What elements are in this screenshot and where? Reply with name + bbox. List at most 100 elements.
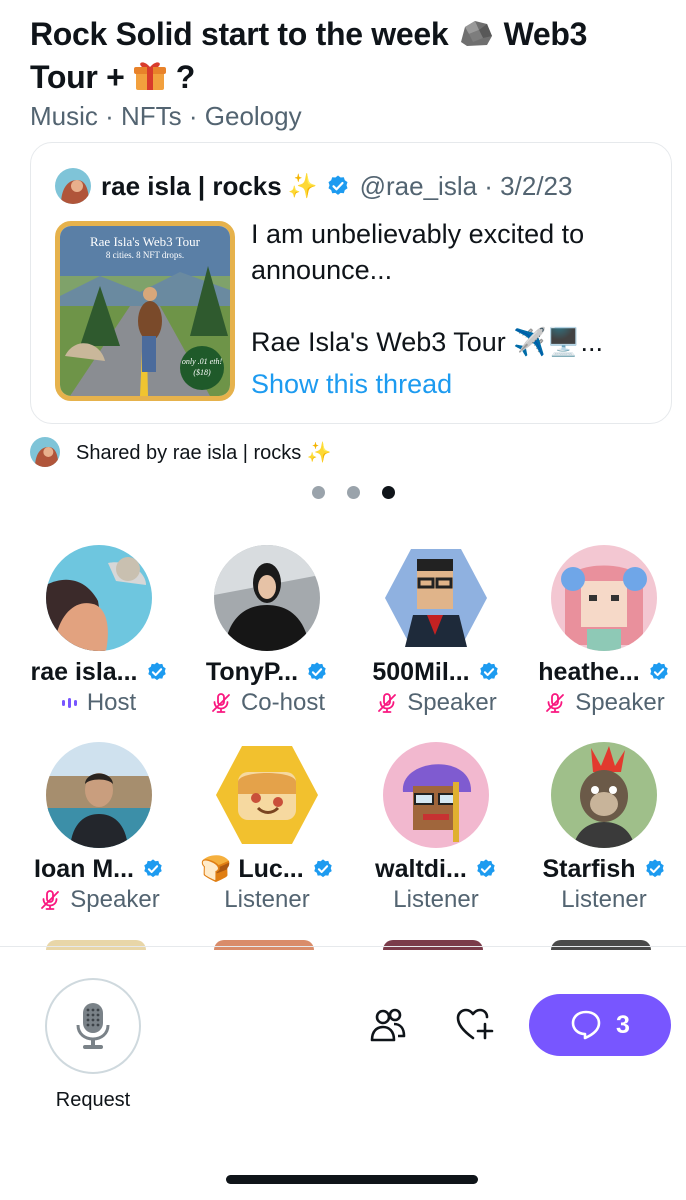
chat-button[interactable]: 3 [529, 994, 671, 1056]
participant-name: Starfish [542, 854, 636, 883]
tweet-handle-date: @rae_isla · 3/2/23 [359, 170, 573, 201]
chat-count: 3 [616, 1010, 630, 1039]
participant-avatar[interactable] [46, 545, 152, 651]
page-dot-active[interactable] [382, 486, 395, 499]
participant-name: 🍞 Luc... [200, 854, 304, 883]
participant-avatar[interactable] [551, 742, 657, 848]
rock-icon [457, 17, 495, 57]
verified-badge-icon [477, 859, 495, 878]
sparkles-icon: ✨ [287, 172, 318, 200]
home-indicator[interactable] [226, 1175, 478, 1184]
heart-plus-icon [456, 1008, 494, 1040]
verified-badge-icon [147, 662, 166, 681]
verified-badge-icon [479, 662, 498, 681]
tweet-text-line2: Rae Isla's Web3 Tour ✈️🖥️... [251, 327, 604, 357]
thumbnail-price-badge: only .01 eth! ($18) [180, 346, 224, 390]
participant-avatar[interactable] [46, 742, 152, 848]
participant-role-row: Speaker [520, 686, 686, 720]
participant-role-row: Listener [183, 883, 351, 917]
participant-card[interactable]: Starfish Listener [520, 742, 686, 922]
participant-role: Co-host [240, 689, 326, 716]
page-dot[interactable] [312, 486, 325, 499]
participant-role-row: Speaker [15, 883, 183, 917]
space-topics: Music · NFTs · Geology [30, 101, 302, 131]
verified-badge-icon [649, 662, 668, 681]
participant-name-row: 500Mil... [352, 655, 520, 689]
participant-name: waltdi... [375, 854, 467, 883]
space-title: Rock Solid start to the week Web3 Tour +… [30, 14, 660, 100]
tweet-media-thumbnail[interactable]: Rae Isla's Web3 Tour 8 cities. 8 NFT dro… [55, 221, 235, 401]
participant-role: Speaker [70, 886, 160, 913]
participant-avatar[interactable] [214, 545, 320, 651]
participant-name: 500Mil... [372, 657, 470, 686]
speaking-indicator-icon [61, 698, 77, 708]
participant-card[interactable]: heathe... Speaker [520, 545, 686, 725]
price-line1: only .01 eth! [181, 357, 223, 366]
tweet-text: I am unbelievably excited to announce...… [251, 216, 651, 360]
mic-muted-icon [546, 693, 565, 713]
verified-badge-icon [328, 175, 348, 195]
participant-role-row: Listener [352, 883, 520, 917]
space-title-part1: Rock Solid start to the week [30, 16, 449, 52]
participant-role-row: Host [15, 686, 183, 720]
participant-avatar-peek[interactable] [214, 940, 314, 950]
tweet-text-line1: I am unbelievably excited to announce... [251, 219, 585, 285]
verified-badge-icon [645, 859, 664, 878]
show-thread-link[interactable]: Show this thread [251, 369, 452, 400]
page-dot[interactable] [347, 486, 360, 499]
tweet-author-avatar[interactable] [55, 168, 91, 204]
pagination-dots[interactable] [312, 486, 395, 499]
participant-card[interactable]: rae isla... Host [15, 545, 183, 725]
reaction-button[interactable] [453, 1003, 497, 1047]
participant-name-row: rae isla... [15, 655, 183, 689]
participant-avatar[interactable] [383, 545, 489, 651]
participant-role-row: Co-host [183, 686, 351, 720]
participant-avatar-peek[interactable] [383, 940, 483, 950]
participant-name: Ioan M... [34, 854, 134, 883]
mic-muted-icon [378, 693, 397, 713]
verified-badge-icon [313, 859, 332, 878]
participant-card[interactable]: TonyP... Co-host [183, 545, 351, 725]
price-line2: ($18) [193, 368, 211, 377]
thumbnail-subtitle: 8 cities. 8 NFT drops. [105, 250, 185, 260]
participant-card[interactable]: 🍞 Luc... Listener [183, 742, 351, 922]
participant-name: TonyP... [205, 657, 299, 686]
shared-by-row: Shared by rae isla | rocks ✨ [30, 436, 332, 468]
participant-avatar-peek[interactable] [46, 940, 146, 950]
chat-bubble-icon [571, 1010, 601, 1040]
participant-role-row: Listener [520, 883, 686, 917]
participant-name-row: TonyP... [183, 655, 351, 689]
pinned-tweet-card[interactable]: rae isla | rocks ✨ @rae_isla · 3/2/23 Ra… [30, 142, 672, 424]
participant-name-row: Ioan M... [15, 852, 183, 886]
participant-name-row: Starfish [520, 852, 686, 886]
participant-role-row: Speaker [352, 686, 520, 720]
participant-role: Listener [393, 886, 479, 913]
participant-role: Listener [224, 886, 310, 913]
participant-avatar[interactable] [383, 742, 489, 848]
participant-role: Listener [561, 886, 647, 913]
participant-avatar[interactable] [214, 742, 320, 848]
participant-card[interactable]: waltdi... Listener [352, 742, 520, 922]
participant-name-row: 🍞 Luc... [183, 852, 351, 886]
shared-by-text: Shared by rae isla | rocks ✨ [76, 441, 332, 464]
space-title-part3: ? [175, 59, 196, 95]
mic-muted-icon [212, 693, 230, 713]
participant-name-row: heathe... [520, 655, 686, 689]
participant-card[interactable]: Ioan M... Speaker [15, 742, 183, 922]
participant-avatar-peek[interactable] [551, 940, 651, 950]
gift-icon [133, 59, 167, 100]
thumbnail-title: Rae Isla's Web3 Tour [89, 234, 201, 249]
bottom-bar-divider [0, 946, 686, 947]
participant-avatar[interactable] [551, 545, 657, 651]
people-button[interactable] [366, 1003, 410, 1047]
tweet-header: rae isla | rocks ✨ @rae_isla · 3/2/23 [55, 167, 572, 205]
tweet-author-name[interactable]: rae isla | rocks [101, 171, 282, 202]
request-label: Request [55, 1089, 131, 1111]
shared-by-avatar [30, 437, 60, 467]
verified-badge-icon [308, 662, 326, 681]
request-mic-button[interactable] [45, 978, 141, 1074]
participant-card[interactable]: 500Mil... Speaker [352, 545, 520, 725]
participant-name: heathe... [538, 657, 640, 686]
verified-badge-icon [144, 859, 162, 878]
participant-role: Speaker [575, 689, 665, 716]
